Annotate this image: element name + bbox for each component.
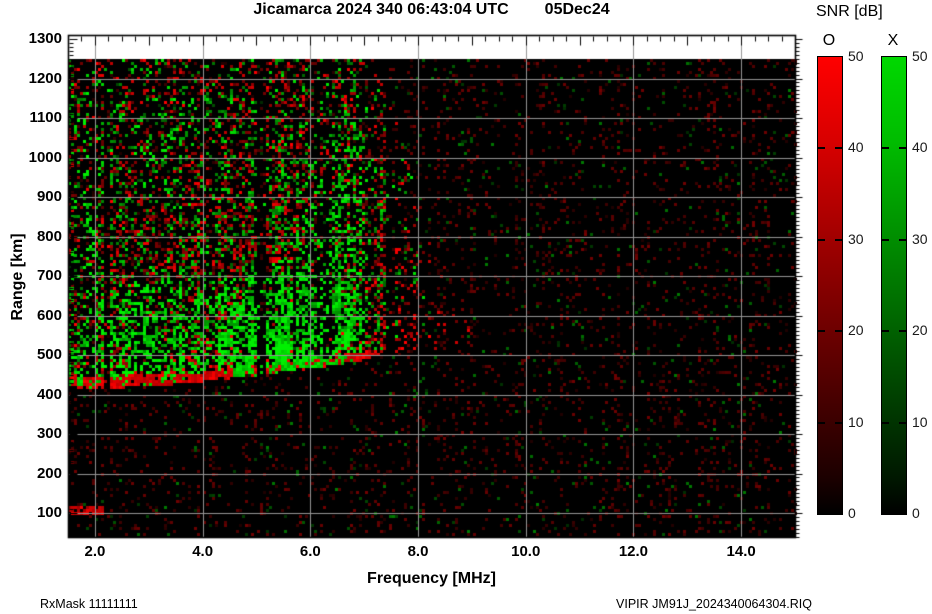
x-tick-label: 8.0	[407, 543, 429, 560]
colorbar-o-tick-label: 40	[848, 139, 864, 156]
colorbar-tick-dash	[882, 238, 889, 241]
y-tick-label: 1100	[29, 109, 62, 126]
x-tick-label: 6.0	[299, 543, 321, 560]
colorbar-tick-dash	[899, 330, 906, 333]
colorbar-tick-dash	[882, 421, 889, 424]
plot-title: Jicamarca 2024 340 06:43:04 UTC 05Dec24	[68, 1, 795, 19]
colorbar-tick-dash	[899, 238, 906, 241]
colorbar-tick-dash	[818, 330, 825, 333]
x-tick-label: 14.0	[726, 543, 756, 560]
y-tick-label: 1300	[28, 30, 62, 47]
y-tick-label: 300	[36, 425, 62, 442]
y-tick-label: 600	[36, 306, 62, 324]
colorbar-o-tick-label: 0	[848, 505, 856, 521]
x-tick-label: 2.0	[84, 543, 106, 560]
y-tick-label: 200	[36, 464, 62, 482]
y-tick-label: 1200	[28, 69, 62, 87]
colorbar-x-tick-label: 50	[912, 48, 928, 64]
colorbar-title: SNR [dB]	[816, 3, 883, 20]
colorbar-tick-dash	[818, 421, 825, 424]
ionogram-page: { "title": {"main": "Jicamarca 2024 340 …	[0, 0, 932, 614]
colorbar-x-gradient	[881, 56, 907, 515]
colorbar-tick-dash	[818, 147, 825, 150]
rxmask-text: RxMask 11111111	[40, 597, 138, 611]
colorbar-x-tick-label: 10	[912, 413, 928, 430]
colorbar-o-label: O	[822, 32, 836, 49]
colorbar-tick-dash	[835, 238, 842, 241]
colorbar-tick-dash	[882, 147, 889, 150]
colorbar-tick-dash	[835, 421, 842, 424]
x-tick-label: 4.0	[192, 543, 214, 560]
colorbar-tick-dash	[882, 330, 889, 333]
x-axis-title: Frequency [MHz]	[367, 570, 496, 587]
y-tick-label: 100	[36, 504, 62, 521]
x-tick-label: 12.0	[618, 543, 649, 560]
colorbar-o-tick-label: 30	[848, 230, 864, 247]
colorbar-x-label: X	[887, 32, 899, 49]
data-file-text: VIPIR JM91J_2024340064304.RIQ	[616, 597, 812, 611]
colorbar-tick-dash	[835, 330, 842, 333]
colorbar-o-tick-label: 10	[848, 413, 864, 430]
colorbar-tick-dash	[899, 147, 906, 150]
plot-title-main: Jicamarca 2024 340 06:43:04 UTC	[253, 1, 509, 18]
y-tick-label: 400	[36, 385, 62, 403]
colorbar-x-tick-label: 40	[912, 139, 928, 156]
colorbar-o-tick-label: 20	[848, 322, 864, 339]
ionogram-canvas	[0, 0, 932, 614]
y-tick-label: 500	[36, 346, 62, 363]
y-tick-label: 900	[36, 188, 62, 205]
colorbar-o-gradient	[817, 56, 843, 515]
colorbar-x-tick-label: 30	[912, 230, 928, 247]
y-tick-label: 1000	[28, 148, 62, 166]
colorbar-x-tick-label: 20	[912, 322, 928, 339]
colorbar-o-tick-label: 50	[848, 48, 864, 64]
x-tick-label: 10.0	[511, 543, 541, 560]
y-tick-label: 800	[36, 227, 62, 245]
colorbar-tick-dash	[835, 147, 842, 150]
plot-title-date: 05Dec24	[544, 1, 610, 18]
colorbar-x-tick-label: 0	[912, 505, 920, 521]
colorbar-tick-dash	[899, 421, 906, 424]
colorbar-tick-dash	[818, 238, 825, 241]
y-tick-label: 700	[36, 267, 62, 284]
